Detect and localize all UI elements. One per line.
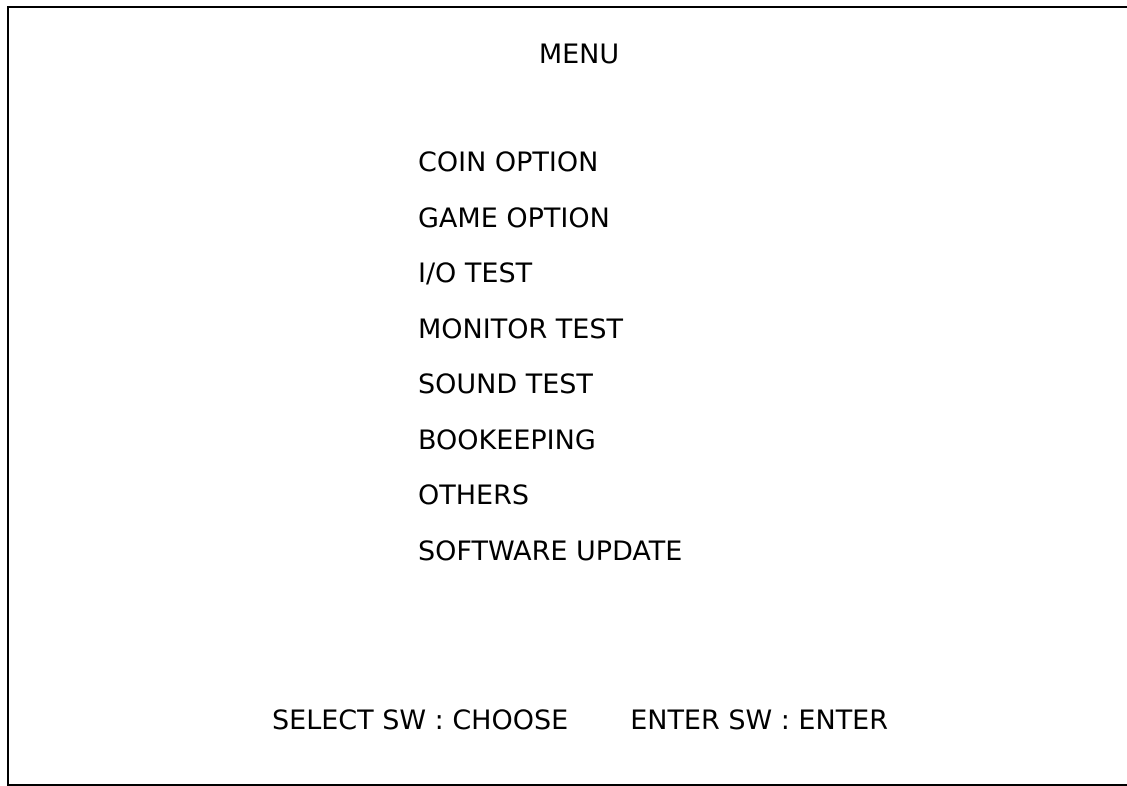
menu-item-monitor-test[interactable]: MONITOR TEST	[418, 313, 682, 369]
select-switch-hint: SELECT SW : CHOOSE	[272, 705, 569, 736]
menu-item-game-option[interactable]: GAME OPTION	[418, 202, 682, 258]
menu-list: COIN OPTION GAME OPTION I/O TEST MONITOR…	[418, 146, 682, 590]
menu-item-sound-test[interactable]: SOUND TEST	[418, 368, 682, 424]
control-hints: SELECT SW : CHOOSE ENTER SW : ENTER	[272, 704, 888, 738]
menu-item-others[interactable]: OTHERS	[418, 479, 682, 535]
menu-item-software-update[interactable]: SOFTWARE UPDATE	[418, 535, 682, 591]
menu-frame: MENU COIN OPTION GAME OPTION I/O TEST MO…	[7, 6, 1127, 786]
menu-item-io-test[interactable]: I/O TEST	[418, 257, 682, 313]
page-title: MENU	[538, 39, 620, 70]
menu-item-bookeeping[interactable]: BOOKEEPING	[418, 424, 682, 480]
menu-item-coin-option[interactable]: COIN OPTION	[418, 146, 682, 202]
enter-switch-hint: ENTER SW : ENTER	[630, 705, 889, 736]
